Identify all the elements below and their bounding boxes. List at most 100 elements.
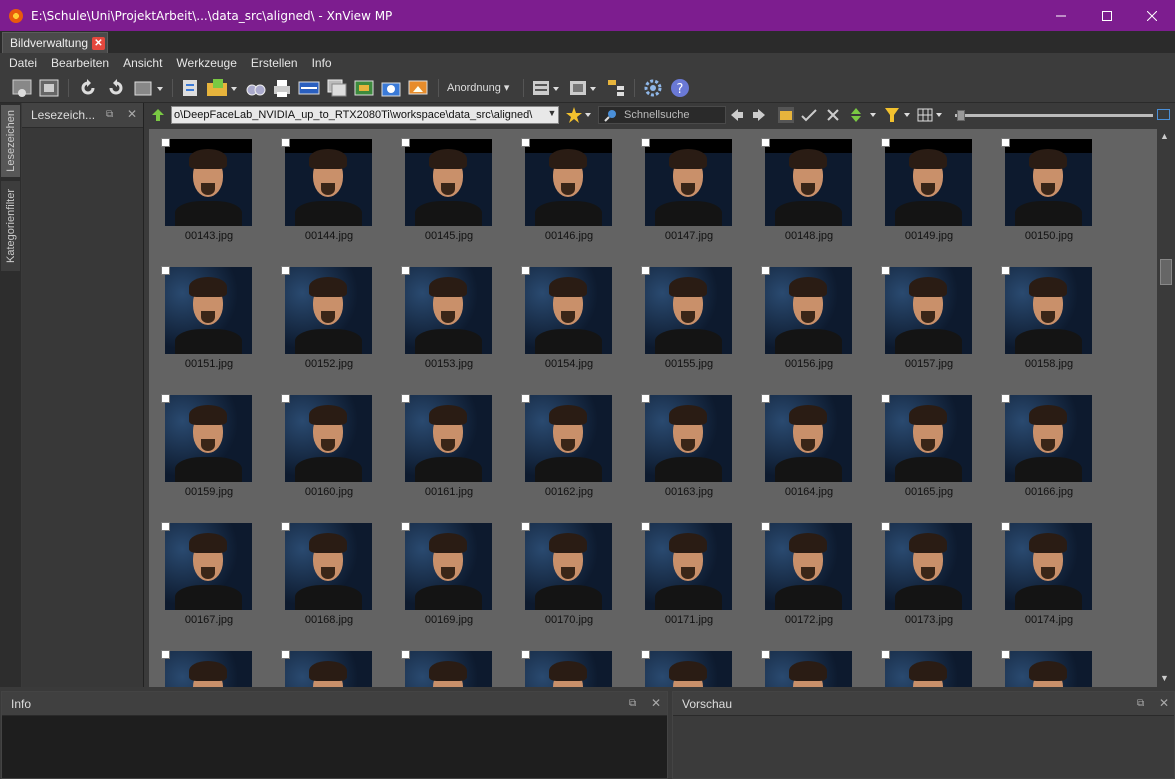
- float-panel-icon[interactable]: ⧉: [1137, 698, 1144, 709]
- thumbnail-image[interactable]: [885, 651, 972, 687]
- thumbnail-image[interactable]: [645, 523, 732, 610]
- thumbnail-image[interactable]: [165, 523, 252, 610]
- side-tab-lesezeichen[interactable]: Lesezeichen: [1, 105, 20, 177]
- thumbnail-checkbox[interactable]: [521, 650, 530, 659]
- star-filter-icon[interactable]: [565, 106, 593, 124]
- thumbnail-image[interactable]: [645, 139, 732, 226]
- thumbnail-checkbox[interactable]: [281, 522, 290, 531]
- thumbnail-item[interactable]: 00165.jpg: [869, 385, 989, 513]
- thumbnail-checkbox[interactable]: [881, 394, 890, 403]
- thumbnail-image[interactable]: [1005, 267, 1092, 354]
- thumbnail-checkbox[interactable]: [761, 650, 770, 659]
- thumbnail-image[interactable]: [405, 395, 492, 482]
- thumbnail-checkbox[interactable]: [281, 394, 290, 403]
- thumbnail-checkbox[interactable]: [281, 266, 290, 275]
- thumbnail-item[interactable]: 00143.jpg: [149, 129, 269, 257]
- thumbnail-checkbox[interactable]: [641, 394, 650, 403]
- thumbnail-item[interactable]: 00144.jpg: [269, 129, 389, 257]
- thumbnail-image[interactable]: [525, 651, 612, 687]
- thumbnail-item[interactable]: 00155.jpg: [629, 257, 749, 385]
- thumbnail-item[interactable]: 00145.jpg: [389, 129, 509, 257]
- forward-arrow-icon[interactable]: [751, 107, 767, 123]
- delete-icon[interactable]: [825, 107, 841, 123]
- batch-convert-button[interactable]: [325, 77, 349, 99]
- thumbnail-item[interactable]: 00172.jpg: [749, 513, 869, 641]
- menu-erstellen[interactable]: Erstellen: [251, 56, 298, 70]
- path-dropdown-icon[interactable]: ▼: [545, 108, 559, 122]
- tab-close-icon[interactable]: ✕: [92, 37, 105, 50]
- menu-werkzeuge[interactable]: Werkzeuge: [176, 56, 236, 70]
- thumbnail-checkbox[interactable]: [521, 394, 530, 403]
- thumbnail-image[interactable]: [765, 395, 852, 482]
- slideshow-button[interactable]: [406, 77, 430, 99]
- thumbnail-item[interactable]: 00149.jpg: [869, 129, 989, 257]
- thumbnail-item[interactable]: 00161.jpg: [389, 385, 509, 513]
- thumbnail-image[interactable]: [285, 267, 372, 354]
- thumbnail-image[interactable]: [285, 139, 372, 226]
- batch-rename-button[interactable]: [352, 77, 376, 99]
- settings-button[interactable]: [641, 77, 665, 99]
- rotate-right-button[interactable]: [104, 77, 128, 99]
- vertical-scrollbar[interactable]: ▲ ▼: [1157, 129, 1175, 687]
- thumbnail-item[interactable]: [629, 641, 749, 687]
- thumbnail-checkbox[interactable]: [1001, 650, 1010, 659]
- close-panel-icon[interactable]: ✕: [651, 696, 661, 710]
- thumbnail-image[interactable]: [645, 395, 732, 482]
- thumbnail-checkbox[interactable]: [881, 266, 890, 275]
- thumbnail-item[interactable]: [869, 641, 989, 687]
- thumbnail-image[interactable]: [405, 651, 492, 687]
- float-panel-icon[interactable]: ⧉: [629, 698, 636, 709]
- thumbnail-item[interactable]: 00159.jpg: [149, 385, 269, 513]
- thumbnail-checkbox[interactable]: [401, 522, 410, 531]
- thumbnail-image[interactable]: [1005, 139, 1092, 226]
- thumbnail-image[interactable]: [645, 651, 732, 687]
- select-icon[interactable]: [800, 107, 818, 123]
- thumbnail-image[interactable]: [165, 139, 252, 226]
- thumbnail-checkbox[interactable]: [881, 650, 890, 659]
- thumbnail-item[interactable]: 00154.jpg: [509, 257, 629, 385]
- thumbnail-item[interactable]: 00147.jpg: [629, 129, 749, 257]
- close-panel-icon[interactable]: ✕: [1159, 696, 1169, 710]
- thumbnail-image[interactable]: [525, 267, 612, 354]
- parent-folder-icon[interactable]: [150, 107, 166, 123]
- thumbnail-checkbox[interactable]: [641, 522, 650, 531]
- close-panel-icon[interactable]: ✕: [127, 107, 137, 121]
- thumbnail-item[interactable]: 00168.jpg: [269, 513, 389, 641]
- thumbnail-size-slider[interactable]: [955, 114, 1153, 117]
- float-panel-icon[interactable]: ⧉: [106, 109, 113, 120]
- side-tab-kategorienfilter[interactable]: Kategorienfilter: [1, 181, 20, 271]
- thumbnail-image[interactable]: [165, 267, 252, 354]
- thumbnail-checkbox[interactable]: [521, 266, 530, 275]
- thumbnail-image[interactable]: [285, 651, 372, 687]
- thumbnail-checkbox[interactable]: [761, 394, 770, 403]
- close-window-button[interactable]: [1129, 0, 1175, 31]
- slider-handle[interactable]: [957, 110, 965, 121]
- menu-info[interactable]: Info: [312, 56, 332, 70]
- thumbnail-checkbox[interactable]: [161, 522, 170, 531]
- thumbnail-size-icon[interactable]: [1157, 109, 1170, 120]
- thumbnail-item[interactable]: [989, 641, 1109, 687]
- thumbnail-item[interactable]: 00157.jpg: [869, 257, 989, 385]
- layout-button[interactable]: [530, 77, 564, 99]
- thumbnail-image[interactable]: [765, 139, 852, 226]
- thumbnail-item[interactable]: 00150.jpg: [989, 129, 1109, 257]
- thumbnail-item[interactable]: [269, 641, 389, 687]
- sort-icon[interactable]: [850, 106, 878, 124]
- thumbnail-image[interactable]: [885, 395, 972, 482]
- quick-search-input[interactable]: Schnellsuche: [598, 106, 726, 124]
- search-files-button[interactable]: [244, 77, 268, 99]
- path-input[interactable]: o\DeepFaceLab_NVIDIA_up_to_RTX2080Ti\wor…: [171, 106, 559, 124]
- tab-bildverwaltung[interactable]: Bildverwaltung ✕: [2, 32, 108, 53]
- menu-ansicht[interactable]: Ansicht: [123, 56, 162, 70]
- thumbnail-checkbox[interactable]: [1001, 266, 1010, 275]
- thumbnail-checkbox[interactable]: [881, 522, 890, 531]
- menu-bearbeiten[interactable]: Bearbeiten: [51, 56, 109, 70]
- scan-button[interactable]: [297, 77, 321, 99]
- thumbnail-item[interactable]: 00146.jpg: [509, 129, 629, 257]
- minimize-button[interactable]: [1038, 0, 1084, 31]
- thumbnail-checkbox[interactable]: [401, 138, 410, 147]
- scroll-up-icon[interactable]: ▲: [1160, 131, 1169, 141]
- folder-view-icon[interactable]: [777, 106, 795, 124]
- thumbnail-item[interactable]: 00153.jpg: [389, 257, 509, 385]
- thumbnail-image[interactable]: [645, 267, 732, 354]
